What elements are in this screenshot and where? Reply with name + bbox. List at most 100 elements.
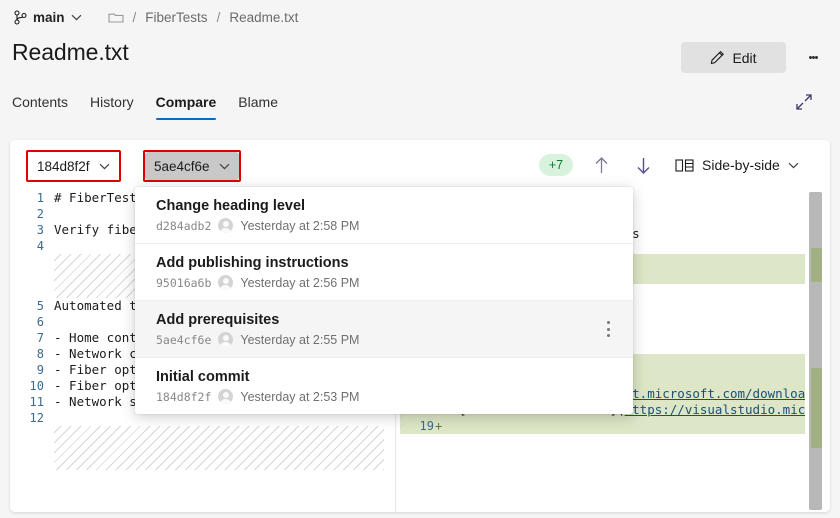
edit-button-label: Edit — [732, 50, 756, 66]
chevron-down-icon — [71, 14, 82, 21]
commit-timestamp: Yesterday at 2:55 PM — [240, 333, 359, 347]
commit-title: Add publishing instructions — [156, 255, 619, 271]
commit-dropdown-menu[interactable]: Change heading level d284adb2 Yesterday at… — [135, 187, 633, 414]
commit-meta: 95016a6b Yesterday at 2:56 PM — [156, 275, 619, 290]
diff-line-number: 9 — [10, 362, 44, 378]
commit-hash: 5ae4cf6e — [156, 333, 211, 347]
view-mode-selector[interactable]: Side-by-side — [675, 152, 799, 178]
commit-hash: 184d8f2f — [156, 390, 211, 404]
kebab-menu-icon[interactable] — [800, 44, 826, 70]
compare-view-page: main / FiberTests / Readme.txt Readme.tx… — [0, 0, 840, 518]
page-title: Readme.txt — [12, 39, 129, 66]
breadcrumb-file[interactable]: Readme.txt — [229, 10, 298, 25]
breadcrumb-sep-2: / — [217, 10, 221, 25]
diff-line-text: - Network sw — [54, 394, 144, 410]
commit-a-highlight: 184d8f2f — [26, 150, 121, 182]
diff-line-number: 4 — [10, 238, 44, 254]
avatar — [218, 275, 233, 290]
diff-line-number: 12 — [10, 410, 44, 426]
minimap-change-marker — [811, 248, 822, 282]
diff-line-number: 11 — [10, 394, 44, 410]
tab-compare[interactable]: Compare — [156, 94, 217, 120]
commit-hash: 95016a6b — [156, 276, 211, 290]
diff-line-number: 3 — [10, 222, 44, 238]
commit-meta: d284adb2 Yesterday at 2:58 PM — [156, 218, 619, 233]
expand-diagonal-icon[interactable] — [794, 92, 818, 116]
commit-title: Add prerequisites — [156, 312, 619, 328]
arrow-up-icon[interactable] — [588, 152, 614, 178]
diff-line-text: - Fiber opti — [54, 378, 144, 394]
side-by-side-icon — [675, 158, 694, 173]
commit-meta: 184d8f2f Yesterday at 2:53 PM — [156, 389, 619, 404]
diff-line-number: 2 — [10, 206, 44, 222]
branch-name: main — [33, 10, 65, 25]
diff-line-marker: + — [435, 418, 445, 434]
branch-selector[interactable]: main — [14, 10, 82, 25]
kebab-dot — [815, 56, 818, 59]
diff-line-text: - Network co — [54, 346, 144, 362]
breadcrumb: main / FiberTests / Readme.txt — [0, 0, 840, 34]
kebab-dot — [607, 334, 610, 337]
breadcrumb-sep-1: / — [133, 10, 137, 25]
commit-meta: 5ae4cf6e Yesterday at 2:55 PM — [156, 332, 619, 347]
arrow-down-icon[interactable] — [630, 152, 656, 178]
diff-line-text: Automated te — [54, 298, 144, 314]
avatar — [218, 218, 233, 233]
diff-line-text: Verify fiber — [54, 222, 144, 238]
chevron-down-icon — [219, 163, 230, 170]
diff-line: 19+ — [400, 418, 805, 434]
commit-dropdown-item[interactable]: Add prerequisites 5ae4cf6e Yesterday at 2:… — [135, 301, 633, 358]
chevron-down-icon — [788, 162, 799, 169]
diff-line-text: - Home contr — [54, 330, 144, 346]
commit-item-kebab-icon[interactable] — [599, 317, 617, 341]
tab-label: Contents — [12, 94, 68, 110]
commit-b-hash: 5ae4cf6e — [154, 159, 210, 174]
diff-line-number: 1 — [10, 190, 44, 206]
tab-blame[interactable]: Blame — [238, 94, 278, 120]
diff-toolbar: 184d8f2f 5ae4cf6e +7 — [10, 140, 830, 190]
commit-dropdown-item[interactable]: Initial commit 184d8f2f Yesterday at 2:53 … — [135, 358, 633, 414]
breadcrumb-repo[interactable]: FiberTests — [145, 10, 207, 25]
title-row: Readme.txt Edit — [0, 36, 840, 80]
avatar — [218, 389, 233, 404]
pencil-icon — [710, 50, 725, 65]
commit-b-highlight: 5ae4cf6e — [143, 150, 241, 182]
commit-title: Initial commit — [156, 369, 619, 385]
branch-icon — [14, 10, 27, 25]
tab-contents[interactable]: Contents — [12, 94, 68, 120]
commit-timestamp: Yesterday at 2:56 PM — [240, 276, 359, 290]
commit-dropdown-item[interactable]: Change heading level d284adb2 Yesterday at… — [135, 187, 633, 244]
commit-hash: d284adb2 — [156, 219, 211, 233]
diff-line-number: 8 — [10, 346, 44, 362]
commit-a-selector[interactable]: 184d8f2f — [28, 152, 119, 180]
minimap-change-marker — [811, 368, 822, 448]
commit-b-selector[interactable]: 5ae4cf6e — [145, 152, 239, 180]
view-mode-label: Side-by-side — [702, 157, 780, 173]
diff-line-number: 10 — [10, 378, 44, 394]
tab-label: Blame — [238, 94, 278, 110]
diff-line-number: 19 — [400, 418, 434, 434]
diff-line-number: 5 — [10, 298, 44, 314]
folder-icon — [108, 11, 124, 24]
diff-line-number: 7 — [10, 330, 44, 346]
commit-timestamp: Yesterday at 2:53 PM — [240, 390, 359, 404]
commit-a-hash: 184d8f2f — [37, 159, 90, 174]
changes-count-badge: +7 — [539, 154, 573, 176]
diff-line-text: # FiberTests — [54, 190, 144, 206]
tab-history[interactable]: History — [90, 94, 134, 120]
diff-line-number: 6 — [10, 314, 44, 330]
kebab-dot — [607, 328, 610, 331]
edit-button[interactable]: Edit — [681, 42, 786, 73]
kebab-dot — [607, 321, 610, 324]
tab-label: Compare — [156, 94, 217, 110]
tab-bar: Contents History Compare Blame — [0, 84, 840, 122]
commit-title: Change heading level — [156, 198, 619, 214]
avatar — [218, 332, 233, 347]
diff-link[interactable]: https://visualstudio.microsoft — [625, 402, 805, 417]
commit-timestamp: Yesterday at 2:58 PM — [240, 219, 359, 233]
vertical-scrollbar[interactable] — [809, 192, 822, 510]
diff-placeholder-hatch — [54, 426, 384, 470]
chevron-down-icon — [99, 163, 110, 170]
tab-label: History — [90, 94, 134, 110]
commit-dropdown-item[interactable]: Add publishing instructions 95016a6b Yeste… — [135, 244, 633, 301]
